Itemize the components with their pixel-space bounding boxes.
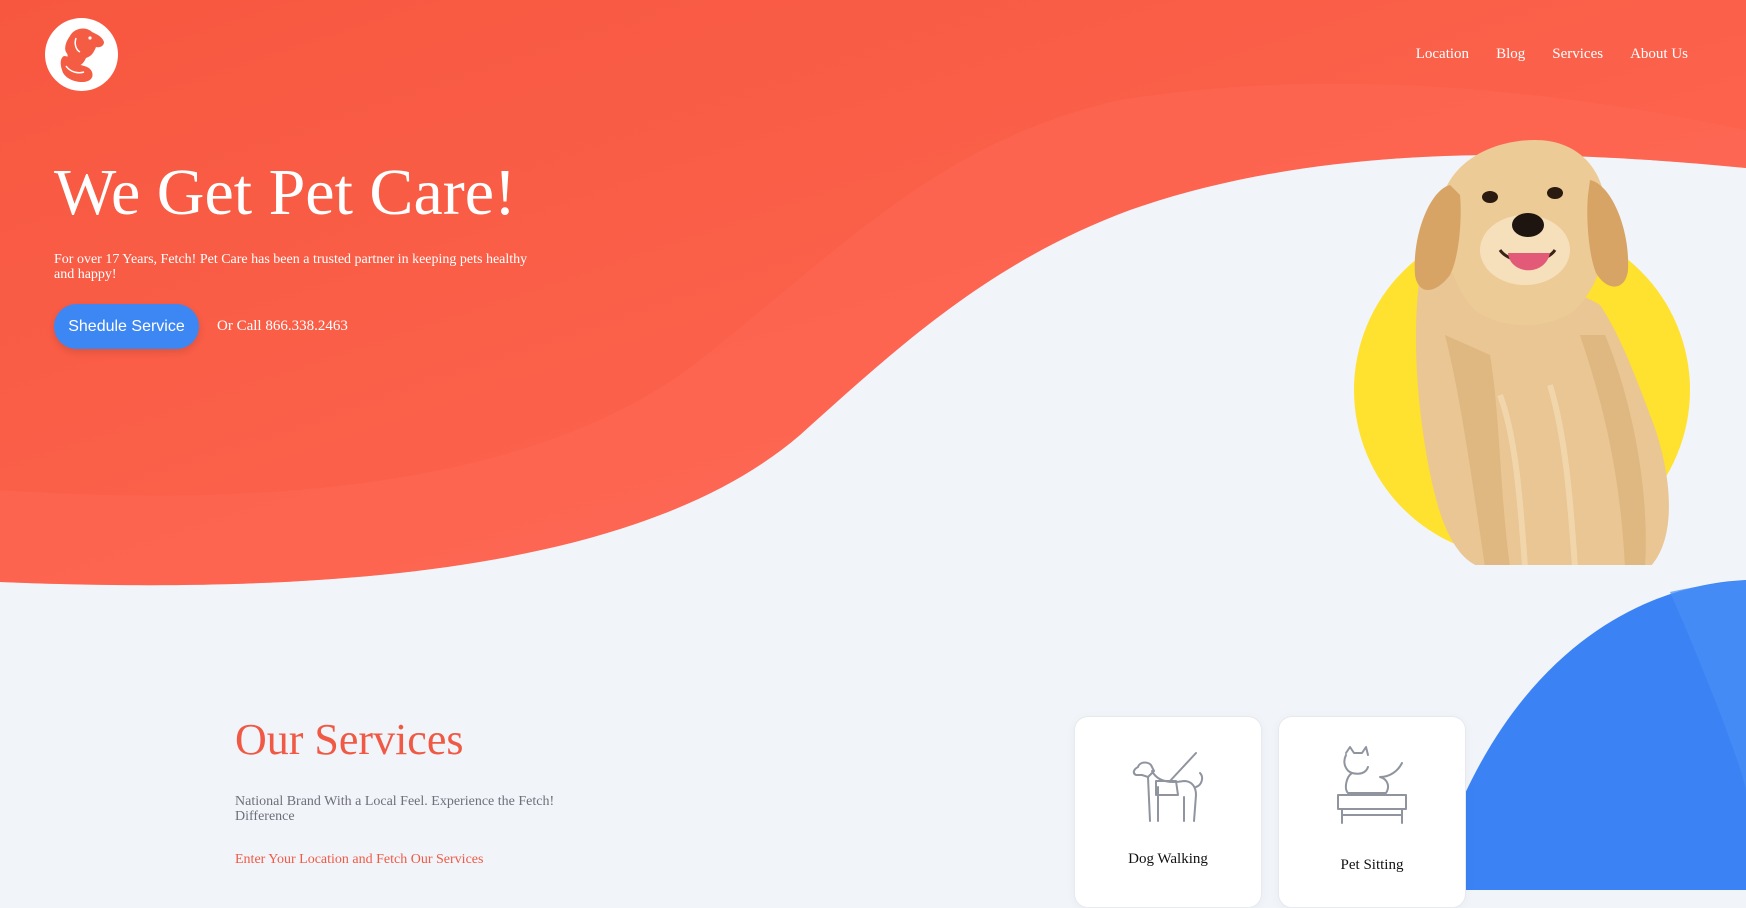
service-card-dog-walking[interactable]: Dog Walking	[1074, 716, 1262, 908]
nav-location[interactable]: Location	[1416, 46, 1469, 63]
pet-sitting-icon	[1337, 746, 1407, 824]
enter-location-link[interactable]: Enter Your Location and Fetch Our Servic…	[235, 852, 483, 868]
services-title: Our Services	[235, 715, 464, 764]
hero-subtitle: For over 17 Years, Fetch! Pet Care has b…	[54, 252, 528, 282]
call-phone-text[interactable]: Or Call 866.338.2463	[217, 318, 348, 335]
schedule-service-button[interactable]: Shedule Service	[54, 304, 199, 349]
hero-title: We Get Pet Care!	[54, 156, 516, 229]
nav-services[interactable]: Services	[1552, 46, 1603, 63]
site-logo[interactable]	[45, 18, 118, 91]
dog-walking-icon	[1132, 752, 1204, 822]
dog-walking-label: Dog Walking	[1128, 851, 1208, 867]
pet-sitting-label: Pet Sitting	[1340, 857, 1404, 873]
services-subtitle: National Brand With a Local Feel. Experi…	[235, 794, 555, 824]
nav-blog[interactable]: Blog	[1496, 46, 1525, 63]
service-card-pet-sitting[interactable]: Pet Sitting	[1278, 716, 1466, 908]
nav-about-us[interactable]: About Us	[1630, 46, 1688, 63]
main-nav: Location Blog Services About Us	[1416, 46, 1688, 63]
golden-retriever-photo	[1354, 140, 1690, 565]
dog-cat-logo-icon	[60, 28, 104, 82]
